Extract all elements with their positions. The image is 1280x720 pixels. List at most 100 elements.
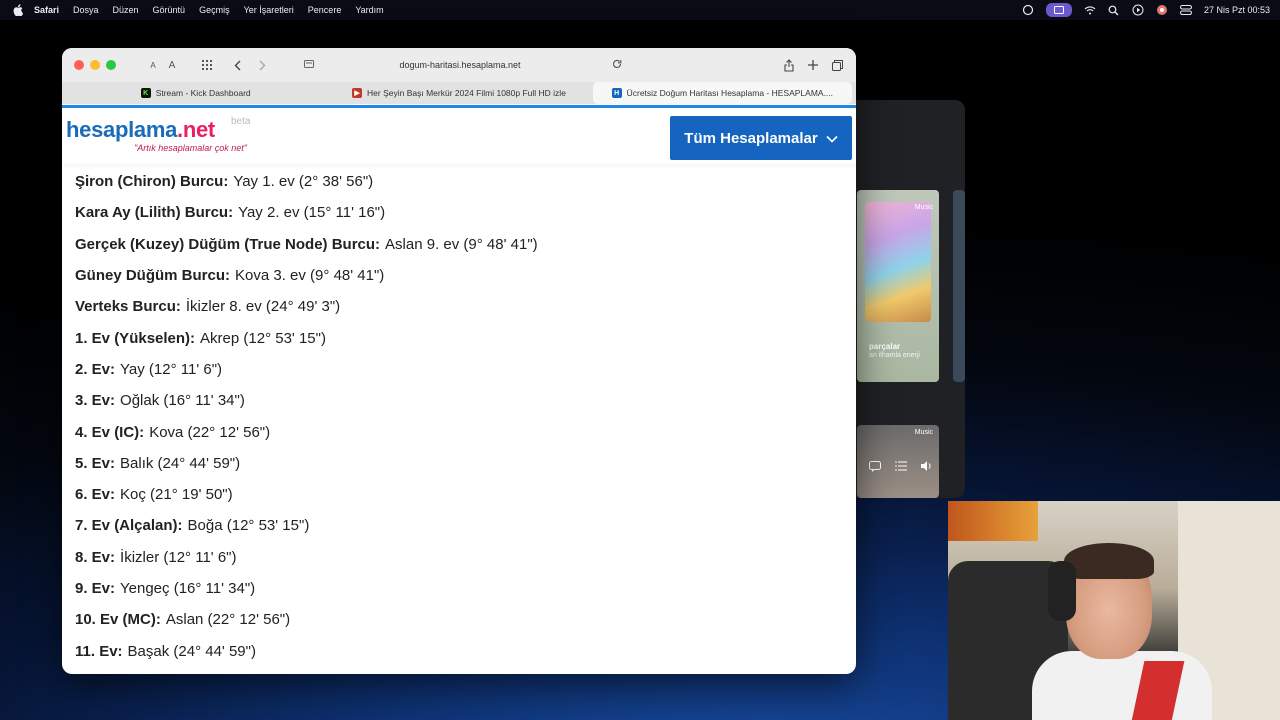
result-label: Kara Ay (Lilith) Burcu:: [75, 204, 234, 222]
result-label: Gerçek (Kuzey) Düğüm (True Node) Burcu:: [75, 235, 381, 253]
queue-list-icon[interactable]: [895, 460, 907, 472]
menu-pencere[interactable]: Pencere: [308, 5, 342, 15]
media-play-icon[interactable]: [1132, 4, 1144, 16]
wifi-icon[interactable]: [1084, 4, 1096, 16]
result-row: Verteks Burcu: İkizler 8. ev (24° 49' 3"): [75, 291, 845, 322]
result-label: 3. Ev:: [75, 392, 116, 410]
menu-app-safari[interactable]: Safari: [34, 5, 59, 15]
screen-sharing-icon[interactable]: [1022, 4, 1034, 16]
menu-yer-isaretleri[interactable]: Yer İşaretleri: [244, 5, 294, 15]
new-tab-icon[interactable]: [806, 57, 820, 73]
result-value: Aslan (22° 12' 56"): [165, 611, 291, 629]
result-value: İkizler (12° 11' 6"): [120, 548, 237, 566]
result-label: Güney Düğüm Burcu:: [75, 267, 231, 285]
kick-favicon-icon: K: [140, 88, 151, 98]
tab-label: Her Şeyin Başı Merkür 2024 Filmi 1080p F…: [367, 88, 566, 98]
tab-kick-dashboard[interactable]: K Stream - Kick Dashboard: [66, 82, 325, 104]
control-center-icon[interactable]: [1179, 4, 1192, 16]
music-card-title: parçalar: [869, 342, 901, 351]
result-row: 3. Ev: Oğlak (16° 11' 34"): [75, 385, 845, 416]
show-tabs-icon[interactable]: [830, 57, 844, 73]
text-larger-button[interactable]: A: [165, 57, 179, 73]
menu-duzen[interactable]: Düzen: [113, 5, 139, 15]
address-bar[interactable]: dogum-haritasi.hesaplama.net: [298, 55, 622, 75]
zoom-window-icon[interactable]: [106, 60, 116, 70]
result-value: Oğlak (16° 11' 34"): [120, 392, 245, 410]
window-controls: [74, 60, 116, 70]
result-label: Verteks Burcu:: [75, 298, 181, 316]
tab-hesaplama[interactable]: H Ücretsiz Doğum Haritası Hesaplama - HE…: [592, 82, 852, 104]
menu-gecmis[interactable]: Geçmiş: [199, 5, 230, 15]
volume-icon[interactable]: [921, 460, 933, 472]
result-row: 9. Ev: Yengeç (16° 11' 34"): [75, 573, 845, 604]
webcam-headset: [1048, 561, 1076, 621]
music-card-subtitle: an ilhamla enerji: [869, 352, 920, 359]
minimize-window-icon[interactable]: [90, 60, 100, 70]
result-label: Şiron (Chiron) Burcu:: [75, 173, 229, 191]
result-label: 5. Ev:: [75, 454, 116, 472]
menu-dosya[interactable]: Dosya: [73, 5, 99, 15]
site-logo[interactable]: hesaplama.net: [66, 117, 215, 143]
safari-window: A A dogum-haritasi.hesaplama.net K Strea…: [62, 48, 856, 674]
result-label: 6. Ev:: [75, 486, 116, 504]
result-label: 9. Ev:: [75, 580, 116, 597]
music-card[interactable]: Music parçalar an ilhamla enerji: [857, 190, 939, 382]
result-value: Yay 2. ev (15° 11' 16"): [238, 204, 386, 222]
site-header: hesaplama.net beta "Artık hesaplamalar ç…: [62, 108, 856, 164]
recording-status-icon[interactable]: [1045, 3, 1072, 17]
result-row: 2. Ev: Yay (12° 11' 6"): [75, 354, 845, 385]
url-text[interactable]: dogum-haritasi.hesaplama.net: [399, 60, 520, 70]
music-card-next[interactable]: [953, 190, 965, 382]
result-value: Boğa (12° 53' 15"): [187, 517, 310, 535]
page-settings-icon[interactable]: [304, 59, 314, 71]
result-value: Başak (24° 44' 59"): [127, 642, 256, 660]
webcam-shelf: [948, 501, 1038, 541]
back-icon[interactable]: [230, 57, 246, 73]
result-value: İkizler 8. ev (24° 49' 3"): [185, 298, 341, 316]
menubar-clock[interactable]: 27 Nis Pzt 00:53: [1204, 5, 1270, 15]
lyrics-icon[interactable]: [869, 460, 881, 472]
result-row: Güney Düğüm Burcu: Kova 3. ev (9° 48' 41"…: [75, 260, 845, 291]
all-calculations-label: Tüm Hesaplamalar: [684, 129, 818, 147]
birth-chart-results: Şiron (Chiron) Burcu: Yay 1. ev (2° 38' 5…: [75, 166, 845, 667]
album-art-ice-cream: [865, 202, 931, 322]
result-label: 11. Ev:: [75, 642, 123, 660]
search-icon[interactable]: [1108, 4, 1120, 16]
webcam-overlay: [948, 501, 1280, 720]
tab-label: Ücretsiz Doğum Haritası Hesaplama - HESA…: [626, 88, 834, 98]
webcam-shirt: [1032, 651, 1212, 720]
result-value: Kova (22° 12' 56"): [149, 423, 271, 441]
result-label: 10. Ev (MC):: [75, 611, 161, 629]
result-label: 1. Ev (Yükselen):: [75, 329, 196, 347]
result-value: Akrep (12° 53' 15"): [200, 329, 326, 347]
result-value: Kova 3. ev (9° 48' 41"): [235, 267, 385, 285]
result-label: 7. Ev (Alçalan):: [75, 517, 183, 535]
menu-yardim[interactable]: Yardım: [355, 5, 383, 15]
reload-icon[interactable]: [612, 59, 622, 71]
result-row: Gerçek (Kuzey) Düğüm (True Node) Burcu: A…: [75, 229, 845, 260]
result-value: Yay (12° 11' 6"): [120, 360, 223, 378]
text-smaller-button[interactable]: A: [146, 57, 160, 73]
result-label: 8. Ev:: [75, 548, 116, 566]
hesaplama-favicon-icon: H: [611, 88, 622, 98]
tab-bar: K Stream - Kick Dashboard ▶ Her Şeyin Ba…: [62, 82, 856, 104]
result-label: 2. Ev:: [75, 360, 116, 378]
result-value: Koç (21° 19' 50"): [120, 486, 233, 504]
browser-toolbar: A A dogum-haritasi.hesaplama.net: [62, 48, 856, 82]
logo-main: hesaplama: [66, 117, 178, 142]
app-status-icon[interactable]: [1156, 4, 1168, 16]
tab-overview-grid-icon[interactable]: [200, 57, 216, 73]
apple-menu-icon[interactable]: [12, 4, 24, 16]
forward-icon[interactable]: [254, 57, 270, 73]
beta-label: beta: [231, 116, 251, 127]
all-calculations-button[interactable]: Tüm Hesaplamalar: [670, 116, 852, 160]
apple-music-tag: Music: [914, 204, 933, 211]
share-icon[interactable]: [782, 57, 796, 73]
background-music-window[interactable]: Music parçalar an ilhamla enerji Music: [845, 100, 965, 498]
result-row: 6. Ev: Koç (21° 19' 50"): [75, 479, 845, 510]
menu-goruntu[interactable]: Görüntü: [153, 5, 186, 15]
close-window-icon[interactable]: [74, 60, 84, 70]
webcam-person-hair: [1064, 543, 1154, 579]
film-favicon-icon: ▶: [352, 88, 363, 98]
tab-film[interactable]: ▶ Her Şeyin Başı Merkür 2024 Filmi 1080p…: [329, 82, 588, 104]
